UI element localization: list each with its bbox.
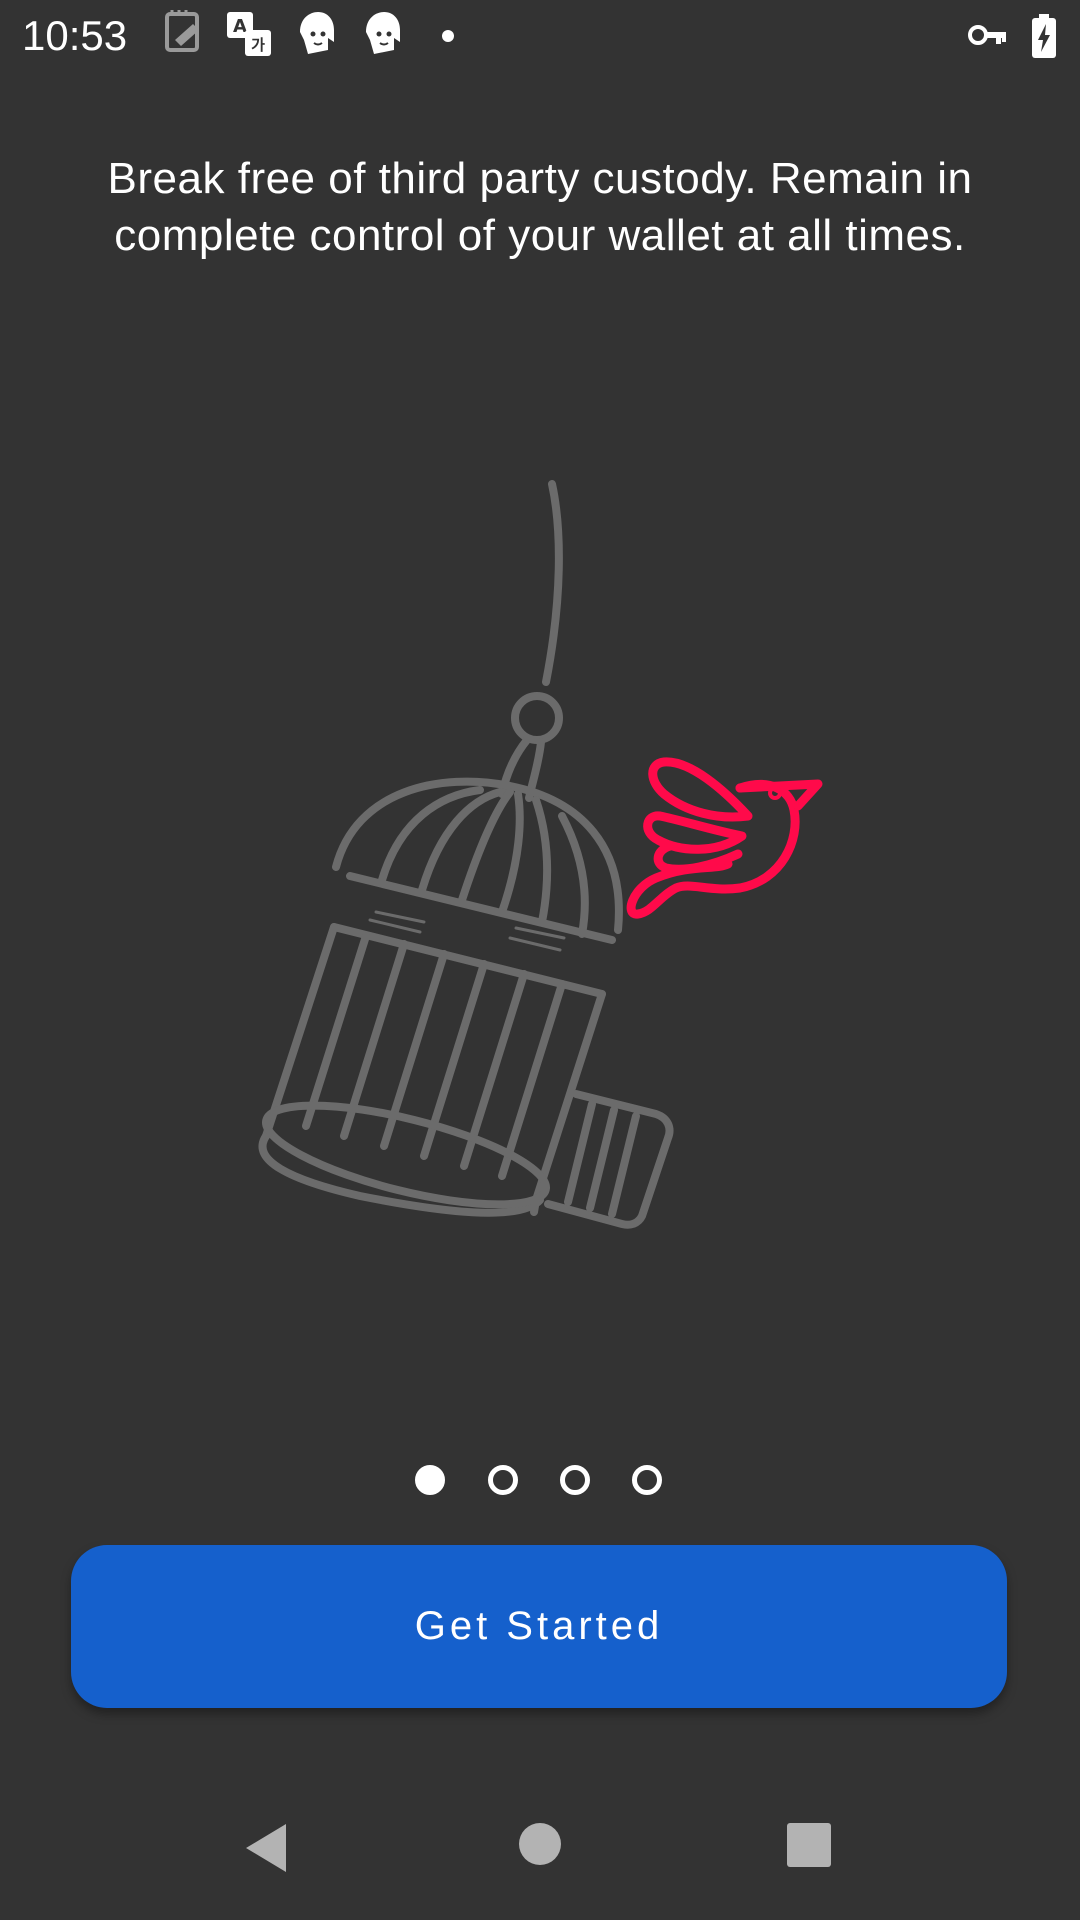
page-dot-active[interactable] <box>415 1465 445 1495</box>
status-bar: 10:53 A 가 <box>0 0 1080 72</box>
notes-icon <box>165 10 199 52</box>
page-dot[interactable] <box>560 1465 590 1495</box>
page-dot[interactable] <box>632 1465 662 1495</box>
dot-icon <box>442 30 454 42</box>
system-nav-bar <box>0 1800 1080 1920</box>
vpn-key-icon <box>968 25 1006 45</box>
face-avatar-icon <box>300 12 334 54</box>
get-started-button[interactable]: Get Started <box>71 1545 1007 1708</box>
recents-icon[interactable] <box>786 1822 832 1868</box>
face-avatar-icon <box>366 12 400 54</box>
svg-text:A: A <box>233 16 247 37</box>
page-dot[interactable] <box>488 1465 518 1495</box>
home-icon[interactable] <box>518 1822 562 1866</box>
svg-text:가: 가 <box>251 36 265 54</box>
onboarding-headline: Break free of third party custody. Remai… <box>107 154 973 260</box>
cage-bird-illustration <box>258 480 823 1229</box>
status-time: 10:53 <box>22 12 128 59</box>
bird-graphic <box>626 757 823 919</box>
page-indicator <box>0 1465 1080 1505</box>
battery-charging-icon <box>1032 14 1056 58</box>
birdcage-graphic <box>258 480 674 1229</box>
translate-icon: A 가 <box>227 12 271 56</box>
back-icon[interactable] <box>242 1822 290 1874</box>
